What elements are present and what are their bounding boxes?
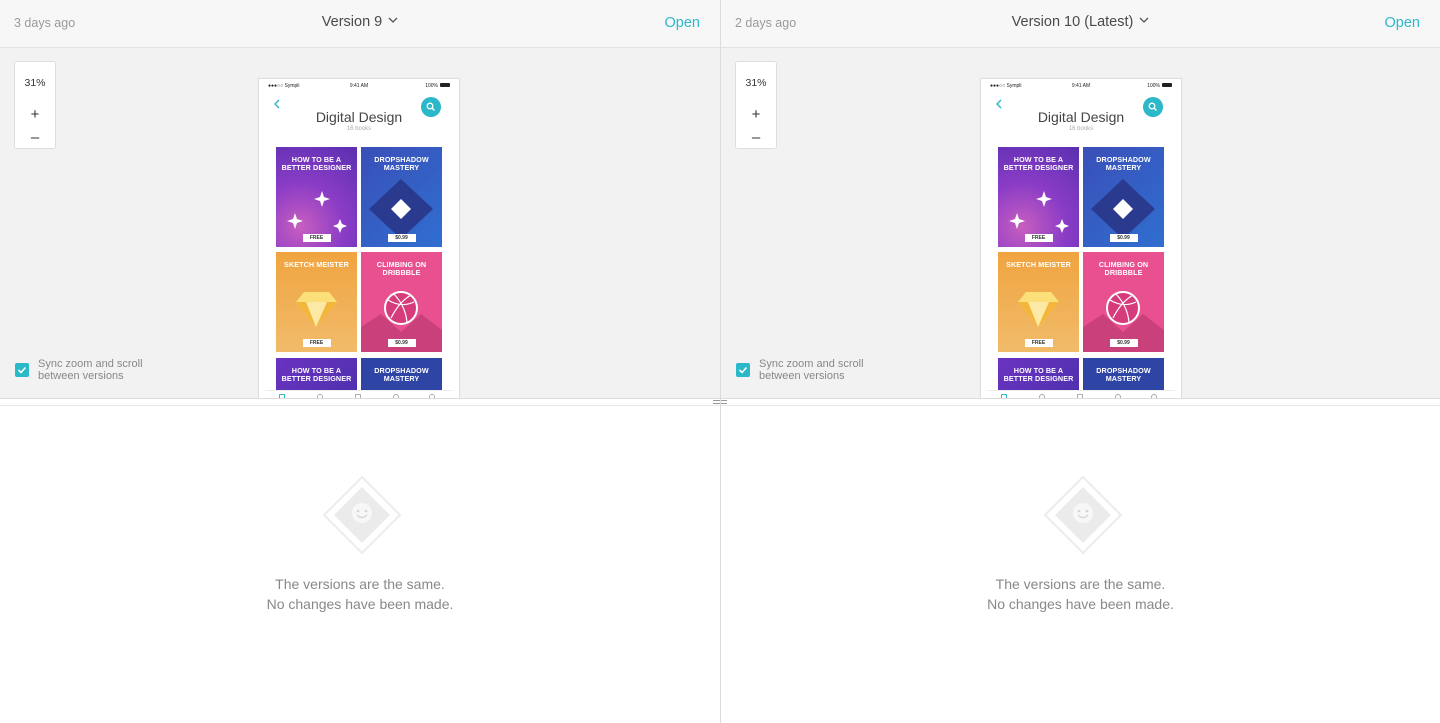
book-title: HOW TO BE A BETTER DESIGNER (281, 366, 352, 383)
no-changes-message: The versions are the same. No changes ha… (987, 576, 1174, 612)
status-bar: ●●●○○ Sympli 9:41 AM 100% (268, 83, 450, 91)
chevron-down-icon (388, 17, 398, 23)
book-card: SKETCH MEISTER FREE (998, 252, 1079, 352)
dribbble-ball-icon (1083, 291, 1164, 352)
sketch-gem-icon (1018, 292, 1059, 327)
chevron-down-icon (1139, 17, 1149, 23)
diff-panel-right: The versions are the same. No changes ha… (721, 406, 1440, 723)
pane-header: 3 days ago Version 9 Open (0, 0, 720, 48)
smiley-diamond-icon (1043, 475, 1123, 555)
zoom-level: 31% (24, 77, 46, 89)
smiley-diamond-icon (322, 475, 402, 555)
screen-title: Digital Design (315, 109, 403, 125)
zoom-in-button[interactable]: + (15, 107, 55, 122)
version-selector[interactable]: Version 10 (Latest) (721, 14, 1440, 30)
zoom-in-button[interactable]: + (736, 107, 776, 122)
book-card: DROPSHADOW MASTERY $0.99 (361, 147, 442, 247)
version-compare-view: 3 days ago Version 9 Open 31% + – ●●●○○ … (0, 0, 1440, 723)
artboard-preview[interactable]: ●●●○○ Sympli 9:41 AM 100% Digital Design… (980, 78, 1182, 398)
time-label: 9:41 AM (349, 83, 369, 89)
book-card: HOW TO BE A BETTER DESIGNER FREE (998, 147, 1079, 247)
battery-indicator: 100% (1147, 83, 1172, 89)
open-button[interactable]: Open (665, 15, 700, 31)
book-card: HOW TO BE A BETTER DESIGNER FREE (276, 147, 357, 247)
artboard-preview[interactable]: ●●●○○ Sympli 9:41 AM 100% Digital Design… (258, 78, 460, 398)
tab-bar (987, 390, 1175, 398)
sync-checkbox[interactable] (736, 363, 750, 377)
pane-header: 2 days ago Version 10 (Latest) Open (721, 0, 1440, 48)
book-card: CLIMBING ON DRIBBBLE $0.99 (361, 252, 442, 352)
book-card: DROPSHADOW MASTERY $0.99 (1083, 147, 1164, 247)
version-label: Version 9 (321, 14, 383, 30)
status-bar: ●●●○○ Sympli 9:41 AM 100% (990, 83, 1172, 91)
no-changes-message: The versions are the same. No changes ha… (266, 576, 454, 612)
sync-label: Sync zoom and scroll between versions (759, 358, 864, 382)
open-button[interactable]: Open (1385, 15, 1420, 31)
book-card: SKETCH MEISTER FREE (276, 252, 357, 352)
zoom-out-button[interactable]: – (15, 130, 55, 145)
diamond-shape-icon (1091, 179, 1155, 239)
tab-bar (265, 390, 453, 398)
book-title: DROPSHADOW MASTERY (1096, 366, 1151, 383)
book-card: CLIMBING ON DRIBBBLE $0.99 (1083, 252, 1164, 352)
sync-label: Sync zoom and scroll between versions (38, 358, 143, 382)
screen-subtitle: 16 books (346, 126, 372, 132)
zoom-level: 31% (745, 77, 767, 89)
sparkle-icon (287, 191, 347, 233)
book-price: $0.99 (387, 339, 416, 347)
screen-subtitle: 16 books (1068, 126, 1094, 132)
book-title: HOW TO BE A BETTER DESIGNER (1003, 366, 1074, 383)
book-price: FREE (1024, 234, 1053, 242)
version-selector[interactable]: Version 9 (0, 14, 720, 30)
back-chevron-icon (996, 99, 1002, 109)
book-price: FREE (302, 234, 331, 242)
diff-panel-left: The versions are the same. No changes ha… (0, 406, 720, 723)
book-price: $0.99 (1109, 339, 1138, 347)
sync-checkbox[interactable] (15, 363, 29, 377)
dribbble-ball-icon (361, 291, 442, 352)
zoom-control: 31% + – (735, 61, 777, 149)
version-pane-right: 2 days ago Version 10 (Latest) Open 31% … (721, 0, 1440, 398)
time-label: 9:41 AM (1071, 83, 1091, 89)
battery-indicator: 100% (425, 83, 450, 89)
book-price: $0.99 (1109, 234, 1138, 242)
zoom-control: 31% + – (14, 61, 56, 149)
book-price: $0.99 (387, 234, 416, 242)
book-title: DROPSHADOW MASTERY (374, 366, 429, 383)
sketch-gem-icon (296, 292, 337, 327)
screen-title: Digital Design (1037, 109, 1125, 125)
diamond-shape-icon (369, 179, 433, 239)
book-price: FREE (302, 339, 331, 347)
sparkle-icon (1009, 191, 1069, 233)
zoom-out-button[interactable]: – (736, 130, 776, 145)
version-label: Version 10 (Latest) (1011, 14, 1134, 30)
book-price: FREE (1024, 339, 1053, 347)
back-chevron-icon (274, 99, 280, 109)
version-pane-left: 3 days ago Version 9 Open 31% + – ●●●○○ … (0, 0, 720, 398)
